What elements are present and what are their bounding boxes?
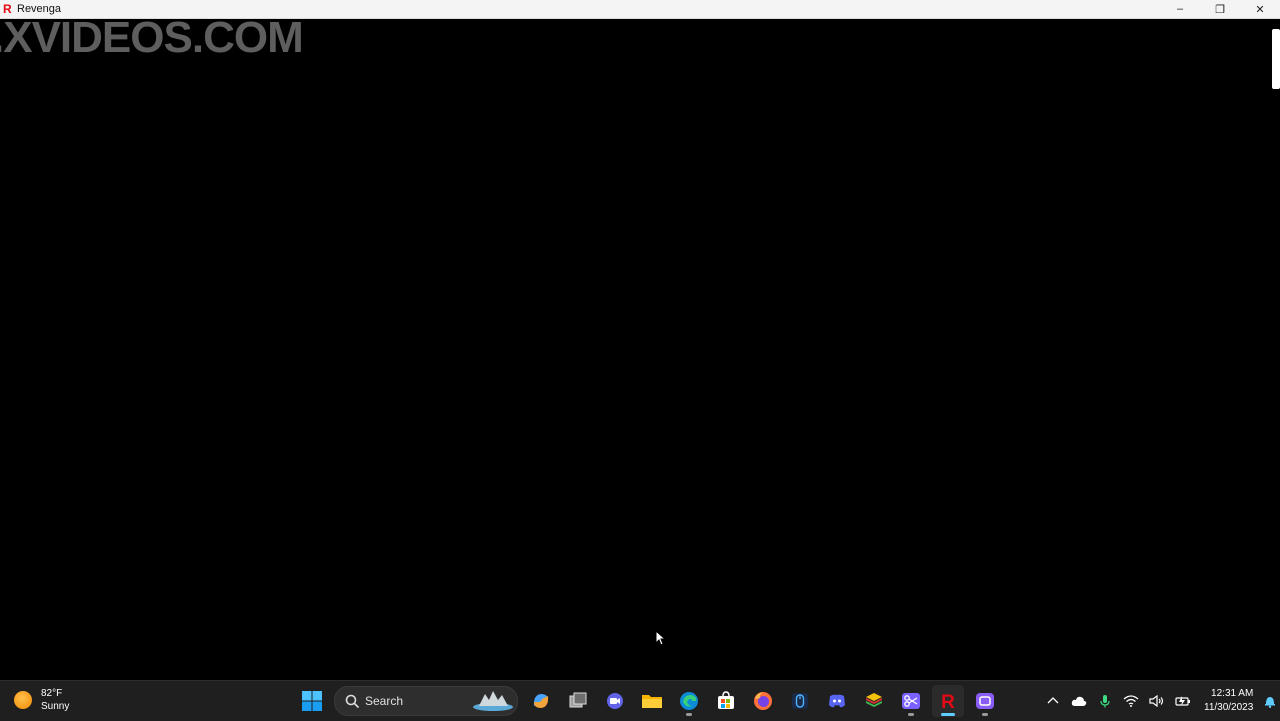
battery-charging-icon [1175, 696, 1190, 706]
wifi-icon [1123, 695, 1139, 707]
restore-button[interactable]: ❐ [1200, 0, 1240, 18]
task-view-button[interactable] [562, 685, 594, 717]
wifi-button[interactable] [1118, 687, 1144, 715]
bluestacks-icon [865, 693, 882, 707]
store-button[interactable] [710, 685, 742, 717]
video-viewport[interactable]: .XVIDEOS.COM [0, 19, 1280, 679]
scissors-icon [901, 693, 920, 709]
search-highlight-icon [473, 691, 513, 711]
onedrive-button[interactable] [1066, 687, 1092, 715]
revenga-icon: R [941, 692, 955, 711]
folder-icon [641, 695, 662, 708]
start-button[interactable] [296, 685, 328, 717]
sun-icon [14, 691, 32, 709]
mouse-cursor-icon [655, 630, 665, 646]
mouse-app-button[interactable] [784, 685, 816, 717]
weather-condition: Sunny [41, 701, 70, 712]
firefox-icon [753, 692, 772, 710]
chevron-up-icon [1047, 697, 1059, 704]
file-explorer-button[interactable] [636, 685, 668, 717]
speaker-icon [1149, 695, 1164, 707]
firefox-button[interactable] [747, 685, 779, 717]
discord-icon [828, 694, 845, 708]
battery-button[interactable] [1170, 687, 1196, 715]
bell-icon [1265, 697, 1276, 708]
weather-widget[interactable]: 82°F Sunny [14, 687, 69, 713]
chat-icon [606, 693, 623, 709]
windows-logo-icon [301, 691, 322, 711]
search-label: Search [365, 694, 404, 708]
copilot-button[interactable] [525, 685, 557, 717]
svg-text:R: R [941, 692, 955, 711]
microphone-icon [1100, 695, 1110, 708]
purple-app-button[interactable] [969, 685, 1001, 717]
search-icon [345, 694, 359, 708]
volume-button[interactable] [1144, 687, 1170, 715]
revenga-logo-icon: R [3, 2, 12, 16]
system-tray: 12:31 AM 11/30/2023 [1040, 687, 1280, 715]
window-title: Revenga [17, 3, 62, 15]
task-view-icon [569, 692, 586, 708]
notifications-button[interactable] [1257, 687, 1280, 715]
close-button[interactable]: ✕ [1240, 0, 1280, 18]
app-icon [975, 693, 994, 709]
bluestacks-button[interactable] [858, 685, 890, 717]
taskbar: 82°F Sunny Search R 12:31 AM 11/30/2023 [0, 680, 1280, 721]
clock-date: 11/30/2023 [1204, 702, 1254, 713]
minimize-button[interactable]: – [1160, 0, 1200, 18]
edge-icon [679, 692, 698, 710]
store-icon [717, 691, 734, 709]
snipping-tool-button[interactable] [895, 685, 927, 717]
window-titlebar[interactable]: R Revenga – ❐ ✕ [0, 0, 1280, 19]
taskbar-apps: Search R [293, 685, 1003, 717]
show-hidden-icons-button[interactable] [1040, 687, 1066, 715]
microphone-button[interactable] [1092, 687, 1118, 715]
chat-button[interactable] [599, 685, 631, 717]
clock[interactable]: 12:31 AM 11/30/2023 [1204, 687, 1253, 715]
cloud-icon [1071, 696, 1087, 706]
window-controls: – ❐ ✕ [1160, 0, 1280, 18]
copilot-icon [533, 694, 548, 708]
watermark-text: .XVIDEOS.COM [0, 19, 304, 62]
mouse-icon [791, 693, 808, 709]
weather-temp: 82°F [41, 688, 63, 699]
scrollbar-thumb[interactable] [1272, 29, 1280, 89]
clock-time: 12:31 AM [1211, 688, 1254, 699]
revenga-button[interactable]: R [931, 685, 964, 717]
edge-button[interactable] [673, 685, 705, 717]
taskbar-search[interactable]: Search [334, 686, 518, 716]
discord-button[interactable] [821, 685, 853, 717]
